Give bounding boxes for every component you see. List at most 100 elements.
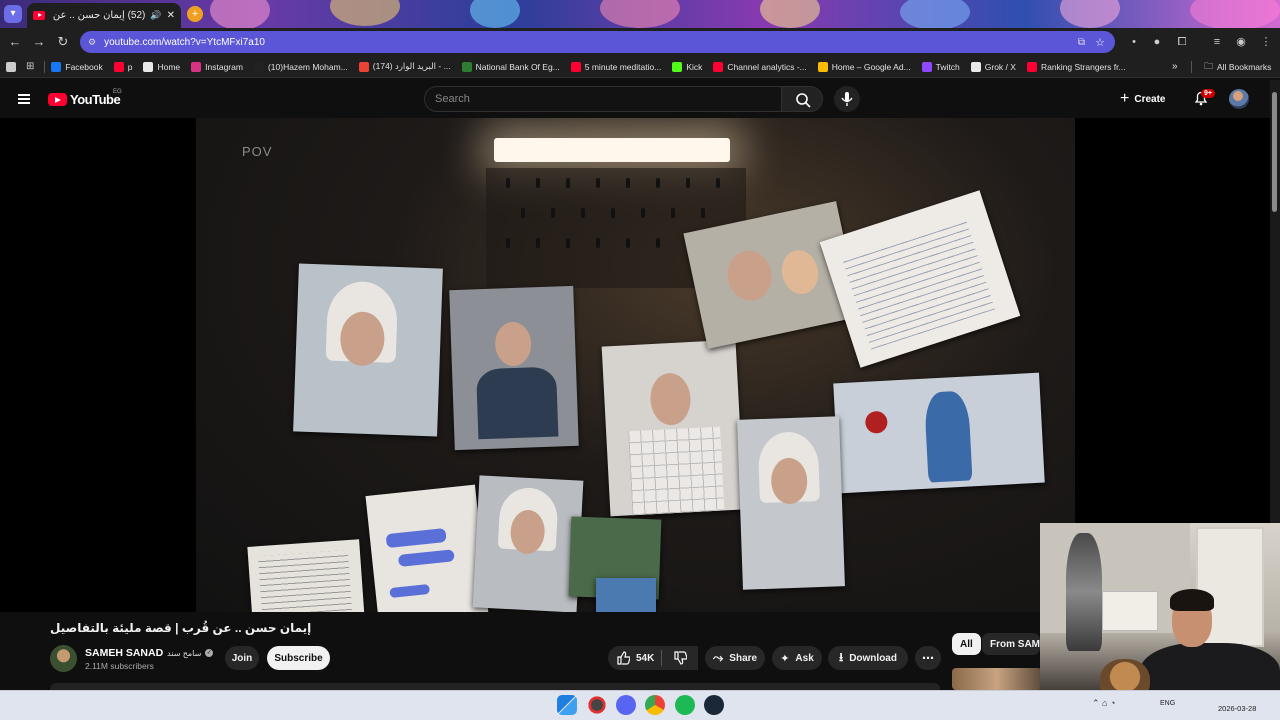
install-app-icon[interactable]: ⧉	[1078, 37, 1085, 48]
tab-search-menu-icon[interactable]: ▾	[4, 5, 22, 23]
subscribe-label: Subscribe	[274, 652, 323, 664]
microphone-icon	[841, 92, 853, 106]
extension-pin-icon[interactable]: •	[1127, 35, 1141, 49]
menu-hamburger-icon[interactable]	[18, 94, 30, 104]
peg-hole	[701, 208, 705, 218]
profile-avatar-icon[interactable]: ◉	[1234, 35, 1248, 49]
bookmark-item[interactable]: p	[113, 61, 132, 72]
ask-button[interactable]: ✦ Ask	[772, 646, 822, 670]
youtube-logo[interactable]: YouTube EG	[48, 89, 122, 107]
webcam-statue	[1066, 533, 1102, 651]
webcam-person-hair	[1170, 589, 1214, 611]
app-record-icon[interactable]	[587, 695, 607, 715]
more-bookmarks-chevron-icon[interactable]: »	[1172, 61, 1178, 72]
input-language[interactable]: ENG	[1160, 700, 1175, 707]
channel-name[interactable]: SAMEH SANAD سامح سند ✓	[85, 647, 214, 659]
sidebar-toggle-icon[interactable]	[6, 61, 16, 72]
photo-subject-face	[722, 246, 777, 305]
chrome-icon[interactable]	[645, 695, 665, 715]
subscribe-button[interactable]: Subscribe	[267, 646, 330, 670]
bookmark-item[interactable]: Channel analytics -...	[713, 61, 807, 72]
google-ads-icon	[817, 61, 828, 72]
download-button[interactable]: ⭳ Download	[828, 646, 908, 670]
share-arrow-icon: ⤳	[712, 650, 724, 665]
peg-hole	[536, 238, 540, 248]
bookmarks-divider	[44, 60, 46, 73]
new-tab-button[interactable]: +	[187, 6, 203, 22]
user-avatar[interactable]	[1229, 89, 1249, 109]
windows-start-icon[interactable]	[557, 695, 577, 715]
bookmark-item[interactable]: Twitch	[921, 61, 960, 72]
chip-all[interactable]: All	[952, 633, 981, 655]
youtube-icon	[713, 61, 724, 72]
forward-arrow-icon[interactable]: →	[31, 34, 47, 50]
bookmark-item[interactable]: Instagram	[191, 61, 243, 72]
recommended-video-thumbnail[interactable]	[952, 668, 1042, 690]
bookmark-item[interactable]: National Bank Of Eg...	[461, 61, 560, 72]
back-arrow-icon[interactable]: ←	[7, 34, 23, 50]
peg-hole	[671, 208, 675, 218]
extensions-puzzle-icon[interactable]: ⧠	[1175, 35, 1189, 49]
like-count: 54K	[636, 652, 655, 664]
browser-tab-active[interactable]: (52) إيمان حسن .. عن قُرب | قـ 🔊 ✕	[27, 3, 181, 28]
photo-card	[833, 372, 1045, 494]
bookmark-item[interactable]: Facebook	[51, 61, 103, 72]
system-clock-date[interactable]: 2026-03-28	[1218, 704, 1256, 713]
bookmark-item[interactable]: Home – Google Ad...	[817, 61, 911, 72]
note-lines	[258, 550, 352, 612]
peg-hole	[521, 208, 525, 218]
discord-icon[interactable]	[616, 695, 636, 715]
note-card	[247, 539, 365, 612]
share-button[interactable]: ⤳ Share	[705, 646, 765, 670]
peg-hole	[611, 208, 615, 218]
peg-hole	[716, 178, 720, 188]
media-controls-icon[interactable]: ≡	[1210, 35, 1224, 49]
peg-hole	[596, 238, 600, 248]
close-icon[interactable]: ✕	[167, 10, 175, 21]
apps-grid-icon[interactable]: ⊞	[26, 61, 34, 72]
bookmark-item[interactable]: Grok / X	[970, 61, 1016, 72]
bookmark-item[interactable]: (174) البريد الوارد - ...	[358, 61, 451, 72]
bookmark-label: Instagram	[205, 61, 243, 72]
reload-icon[interactable]: ↻	[55, 34, 71, 50]
chip-from-channel[interactable]: From SAME	[982, 633, 1040, 655]
page-scrollbar-thumb[interactable]	[1272, 92, 1277, 212]
system-tray-icons[interactable]: ⌃ ⌂ ◔	[1092, 698, 1115, 709]
lamp-light	[494, 138, 730, 162]
all-bookmarks-folder[interactable]: 🗀 All Bookmarks	[1204, 59, 1271, 75]
peg-hole	[551, 208, 555, 218]
bookmark-label: Channel analytics -...	[727, 61, 807, 72]
join-button[interactable]: Join	[225, 646, 259, 670]
bookmark-item[interactable]: Kick	[672, 61, 702, 72]
bookmark-label: National Bank Of Eg...	[475, 61, 560, 72]
create-button[interactable]: + Create	[1120, 88, 1178, 110]
bookmark-item[interactable]: (10)Hazem Moham...	[253, 61, 348, 72]
search-input[interactable]: Search	[424, 86, 782, 112]
search-button[interactable]	[781, 86, 823, 112]
voice-search-button[interactable]	[834, 86, 860, 112]
speaker-icon[interactable]: 🔊	[150, 10, 161, 21]
video-overlay-text: POV	[242, 144, 273, 159]
peg-hole	[581, 208, 585, 218]
bookmark-item[interactable]: 5 minute meditatio...	[570, 61, 661, 72]
more-actions-button[interactable]: ⋯	[915, 646, 941, 670]
site-info-icon[interactable]: ⚙	[88, 37, 96, 48]
subscriber-count: 2.11M subscribers	[85, 661, 154, 671]
steam-icon[interactable]	[704, 695, 724, 715]
browser-menu-icon[interactable]: ⋮	[1259, 35, 1273, 49]
video-frame[interactable]: POV	[196, 118, 1075, 612]
spotify-icon[interactable]	[675, 695, 695, 715]
kick-icon	[672, 61, 683, 72]
address-bar[interactable]: ⚙ youtube.com/watch?v=YtcMFxi7a10 ⧉ ☆	[80, 31, 1115, 53]
photo-subject-face	[649, 372, 692, 427]
bookmark-item[interactable]: Home	[143, 61, 180, 72]
bookmarks-divider	[1191, 60, 1192, 73]
dislike-button[interactable]	[662, 646, 698, 670]
more-horizontal-icon: ⋯	[922, 651, 934, 665]
bookmark-star-icon[interactable]: ☆	[1095, 36, 1105, 49]
extension-circle-icon[interactable]: ●	[1150, 35, 1164, 49]
bookmark-item[interactable]: Ranking Strangers fr...	[1026, 61, 1126, 72]
download-icon: ⭳	[839, 649, 844, 664]
twitch-icon	[921, 61, 932, 72]
channel-avatar[interactable]	[50, 645, 77, 672]
